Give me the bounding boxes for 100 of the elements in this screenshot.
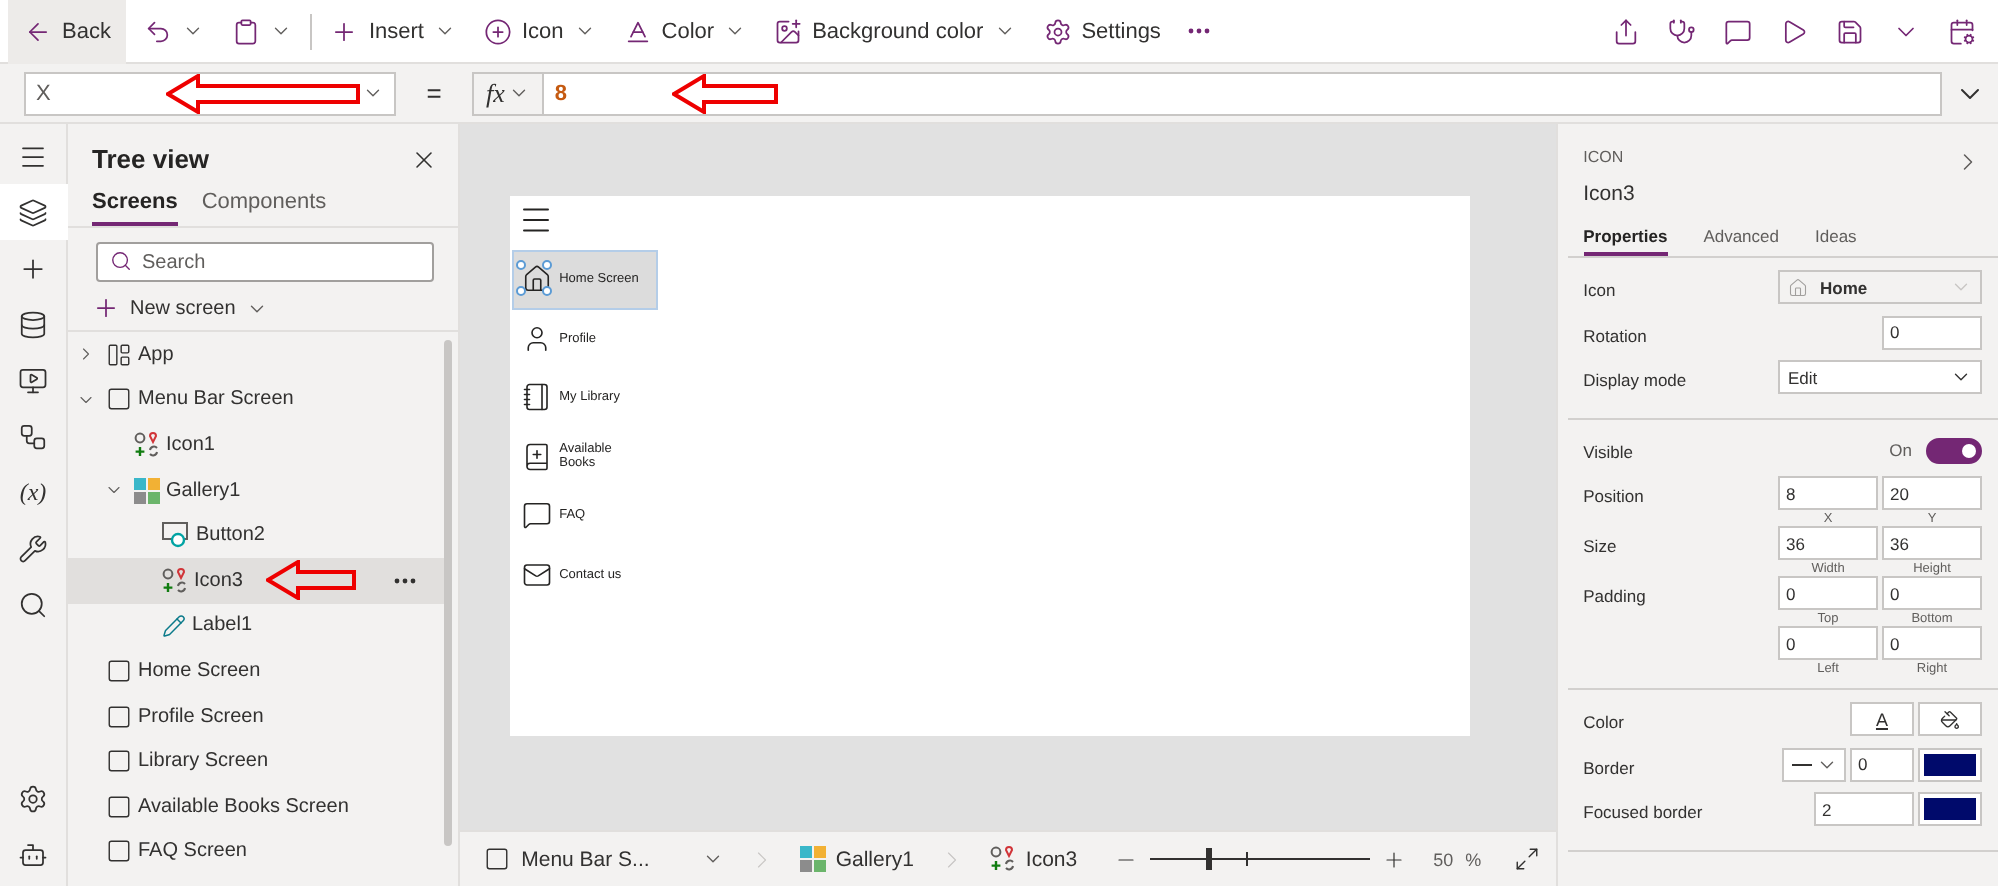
- fit-screen-icon[interactable]: [1513, 846, 1540, 872]
- screen-dropdown[interactable]: Menu Bar S...: [475, 846, 736, 872]
- tree-item[interactable]: Gallery1: [68, 467, 444, 513]
- settings-icon: [18, 783, 48, 813]
- tree-item[interactable]: Label1: [68, 603, 444, 649]
- property-label: Border: [1583, 755, 1635, 777]
- undo-icon: [144, 17, 173, 45]
- fill-color-button[interactable]: [1918, 702, 1982, 736]
- scrollbar[interactable]: [443, 340, 452, 846]
- input-field[interactable]: 2: [1814, 792, 1914, 826]
- screen-icon: [106, 793, 132, 820]
- back-button[interactable]: Back: [8, 0, 127, 63]
- input-field[interactable]: 0: [1882, 576, 1982, 610]
- background-image-icon: [774, 17, 803, 45]
- tab[interactable]: Advanced: [1703, 226, 1779, 256]
- formula-input[interactable]: 8: [544, 71, 1942, 115]
- tab[interactable]: Components: [201, 190, 327, 226]
- arrow-annotation: [672, 73, 781, 113]
- toolbar-button[interactable]: Icon: [473, 5, 606, 57]
- tree-item[interactable]: Home Screen: [68, 648, 444, 694]
- property-label: Rotation: [1583, 323, 1647, 345]
- input-field[interactable]: 0: [1778, 626, 1878, 660]
- tree-item[interactable]: App: [68, 332, 444, 378]
- app-icon: [106, 341, 132, 368]
- sidebar-button[interactable]: (x): [0, 464, 67, 520]
- color-swatch[interactable]: [1918, 747, 1982, 781]
- input-field[interactable]: 0: [1850, 747, 1914, 781]
- wrench-icon: [18, 533, 48, 563]
- tree-item[interactable]: Library Screen: [68, 738, 444, 784]
- property-label: Size: [1583, 534, 1617, 556]
- toggle-switch[interactable]: [1926, 437, 1982, 463]
- plus-icon: [92, 294, 120, 322]
- toggle-label: On: [1889, 440, 1912, 460]
- toolbar-button[interactable]: Color: [613, 5, 757, 57]
- paint-bucket-icon: [1940, 709, 1960, 729]
- comment-icon: [1724, 17, 1752, 45]
- dropdown[interactable]: Edit: [1778, 360, 1982, 394]
- tree-item[interactable]: Menu Bar Screen: [68, 377, 444, 423]
- input-field[interactable]: 20: [1882, 476, 1982, 510]
- flow-icon: [18, 421, 48, 451]
- screen-icon: [106, 657, 132, 684]
- screen-icon: [106, 748, 132, 775]
- search-icon: [18, 589, 48, 619]
- tree-item[interactable]: Profile Screen: [68, 693, 444, 739]
- property-label: Icon: [1583, 278, 1616, 300]
- border-style-dropdown[interactable]: [1782, 747, 1846, 781]
- input-field[interactable]: 36: [1882, 526, 1982, 560]
- circle-plus-icon: [483, 17, 512, 45]
- button-control-icon: [162, 522, 190, 549]
- tree-item[interactable]: Icon1: [68, 422, 444, 468]
- tree-item[interactable]: Available Books Screen: [68, 783, 444, 830]
- search-field[interactable]: Search: [96, 242, 434, 282]
- mail-icon: [521, 559, 552, 590]
- tree-item[interactable]: Button2: [68, 512, 444, 558]
- toolbar-button[interactable]: Insert: [320, 5, 466, 57]
- input-field[interactable]: 0: [1778, 576, 1878, 610]
- slider-thumb[interactable]: [1206, 848, 1213, 870]
- control-name: Icon3: [1583, 182, 1635, 206]
- control-type: ICON: [1583, 148, 1626, 166]
- control-icon: [162, 567, 188, 594]
- input-field[interactable]: 8: [1778, 476, 1878, 510]
- tab[interactable]: Screens: [92, 190, 178, 226]
- input-field[interactable]: 0: [1882, 315, 1982, 349]
- arrow-annotation: [266, 559, 358, 600]
- property-label: Display mode: [1583, 368, 1687, 390]
- media-icon: [18, 365, 48, 395]
- input-field[interactable]: 36: [1778, 526, 1878, 560]
- toolbar-button[interactable]: Settings: [1033, 5, 1171, 57]
- home-icon: [521, 264, 552, 295]
- speech-bubble-icon: [521, 500, 552, 531]
- control-icon: [134, 431, 160, 458]
- more-button[interactable]: [393, 577, 416, 584]
- property-dropdown[interactable]: X: [24, 71, 396, 115]
- tree-item[interactable]: Icon3: [68, 557, 444, 604]
- tab[interactable]: Ideas: [1815, 226, 1857, 256]
- text-color-button[interactable]: A: [1850, 702, 1914, 736]
- stethoscope-icon: [1668, 17, 1696, 45]
- toolbar-button[interactable]: Background color: [764, 5, 1026, 57]
- tab[interactable]: Properties: [1583, 226, 1668, 256]
- zoom-unit: %: [1465, 849, 1482, 869]
- color-swatch[interactable]: [1918, 792, 1982, 826]
- screen-icon: [106, 838, 132, 865]
- tree-item[interactable]: FAQ Screen: [68, 829, 444, 875]
- input-field[interactable]: 0: [1882, 626, 1982, 660]
- home-icon: [1788, 277, 1808, 297]
- new-screen-button[interactable]: New screen: [92, 294, 458, 322]
- clipboard-icon: [232, 17, 261, 45]
- breadcrumb[interactable]: Icon3: [977, 846, 1090, 872]
- zoom-value: 50: [1433, 849, 1454, 869]
- breadcrumb[interactable]: Gallery1: [787, 846, 926, 872]
- more-icon: [1188, 28, 1211, 34]
- zoom-in-icon[interactable]: [1381, 847, 1406, 871]
- sidebar-button[interactable]: [0, 184, 67, 240]
- notebook-icon: [521, 382, 552, 413]
- book-plus-icon: [521, 441, 552, 472]
- fx-button[interactable]: fx: [472, 71, 545, 115]
- settings-icon: [1043, 17, 1072, 45]
- text-color-icon: [623, 17, 652, 45]
- control-icon: [989, 846, 1016, 872]
- plus-icon: [330, 17, 359, 45]
